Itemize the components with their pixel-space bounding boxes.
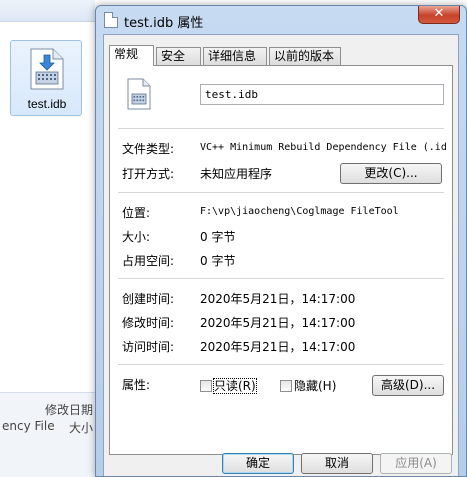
size-on-disk-label: 占用空间: [122,254,175,268]
tab-security[interactable]: 安全 [156,47,201,65]
separator [118,192,444,193]
dialog-titlebar[interactable]: test.idb 属性 ✕ [96,6,466,34]
accessed-value: 2020年5月21日，14:17:00 [200,340,356,354]
tab-general[interactable]: 常规 [109,45,154,66]
change-button[interactable]: 更改(C)... [340,163,442,184]
detail-date-label: 修改日期 [44,403,93,417]
advanced-button[interactable]: 高级(D)... [372,375,444,396]
separator [118,364,444,365]
size-on-disk-value: 0 字节 [200,254,236,268]
dialog-title: test.idb 属性 [124,16,204,31]
explorer-file-item[interactable]: test.idb [10,40,82,116]
created-label: 创建时间: [122,292,175,306]
tab-previous-versions[interactable]: 以前的版本 [269,47,341,65]
apply-button[interactable]: 应用(A) [380,453,452,474]
file-type-value: VC++ Minimum Rebuild Dependency File (.i… [200,142,447,153]
hidden-checkbox[interactable]: 隐藏(H) [280,377,336,393]
accessed-label: 访问时间: [122,340,175,354]
readonly-checkbox[interactable]: 只读(R) [200,377,257,394]
attributes-label: 属性: [122,378,151,392]
close-icon: ✕ [433,6,445,21]
opens-with-label: 打开方式: [122,167,175,181]
file-type-icon [127,78,151,110]
explorer-toolbar [0,0,95,22]
location-label: 位置: [122,206,151,220]
detail-type-value: ency File [2,419,55,433]
document-icon [104,12,118,28]
file-type-label: 文件类型: [122,142,175,156]
detail-size-label: 大小 [68,421,93,435]
size-value: 0 字节 [200,230,236,244]
modified-value: 2020年5月21日，14:17:00 [200,316,356,330]
size-label: 大小: [122,230,151,244]
properties-dialog: test.idb 属性 ✕ 常规 安全 详细信息 以前的版本 test.idb … [95,5,467,477]
modified-label: 修改时间: [122,316,175,330]
tab-details[interactable]: 详细信息 [203,47,267,65]
dialog-client-area: 常规 安全 详细信息 以前的版本 test.idb 文件类型: VC++ Min… [103,34,459,476]
close-button[interactable]: ✕ [418,6,460,24]
file-name-input[interactable] [200,84,444,105]
explorer-details-pane: 修改日期 ency File 大小 [0,392,95,477]
ok-button[interactable]: 确定 [222,453,294,474]
hidden-label: 隐藏(H) [294,379,337,393]
separator [118,278,444,279]
hidden-checkbox-box[interactable] [280,380,292,392]
explorer-file-name: test.idb [27,97,67,111]
separator [118,128,444,129]
location-value: F:\vp\jiaocheng\Coglmage FileTool [200,206,399,217]
general-tab-panel: 文件类型: VC++ Minimum Rebuild Dependency Fi… [109,65,453,455]
cancel-button[interactable]: 取消 [301,453,373,474]
idb-file-icon [30,48,64,90]
created-value: 2020年5月21日，14:17:00 [200,292,356,306]
readonly-checkbox-box[interactable] [200,380,212,392]
opens-with-value: 未知应用程序 [200,167,273,181]
readonly-label: 只读(R) [213,378,257,394]
